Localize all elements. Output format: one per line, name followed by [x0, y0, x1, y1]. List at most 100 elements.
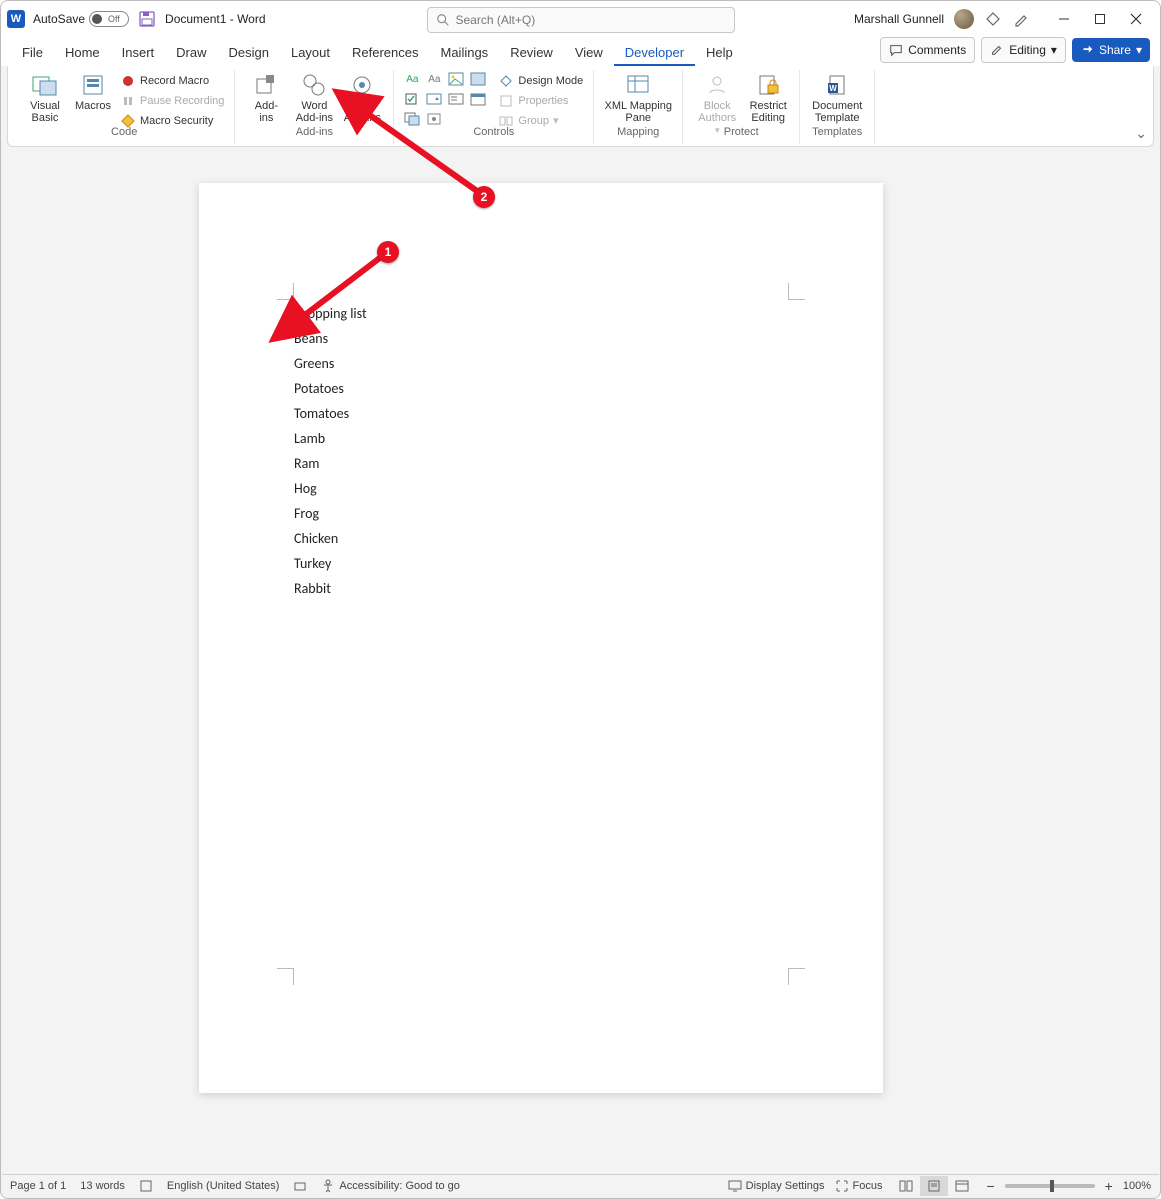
pencil-icon [990, 43, 1004, 57]
search-box[interactable]: Search (Alt+Q) [427, 7, 735, 33]
pen-icon[interactable] [1012, 10, 1030, 28]
menu-references[interactable]: References [341, 39, 429, 66]
menu-file[interactable]: File [11, 39, 54, 66]
margin-corner [277, 968, 294, 985]
view-buttons [892, 1176, 976, 1196]
rich-text-control-icon[interactable]: Aa [402, 70, 422, 88]
menu-layout[interactable]: Layout [280, 39, 341, 66]
view-web-layout[interactable] [948, 1176, 976, 1196]
xml-mapping-button[interactable]: XML Mapping Pane [602, 70, 674, 124]
doc-line[interactable]: Tomatoes [294, 401, 367, 426]
design-mode-button[interactable]: Design Mode [496, 72, 585, 89]
picture-control-icon[interactable] [446, 70, 466, 88]
view-print-layout[interactable] [920, 1176, 948, 1196]
design-mode-label: Design Mode [518, 75, 583, 87]
status-words[interactable]: 13 words [80, 1180, 125, 1192]
doc-line[interactable]: Lamb [294, 426, 367, 451]
ribbon-collapse-icon[interactable]: ⌄ [1135, 125, 1147, 142]
combobox-control-icon[interactable] [424, 90, 444, 108]
visual-basic-button[interactable]: Visual Basic [22, 70, 68, 124]
repeating-control-icon[interactable] [402, 110, 422, 128]
doc-line[interactable]: Frog [294, 501, 367, 526]
maximize-button[interactable] [1082, 5, 1118, 33]
menu-view[interactable]: View [564, 39, 614, 66]
editing-button[interactable]: Editing ▾ [981, 37, 1066, 63]
plain-text-control-icon[interactable]: Aa [424, 70, 444, 88]
menu-draw[interactable]: Draw [165, 39, 217, 66]
display-settings[interactable]: Display Settings [728, 1179, 825, 1193]
building-block-control-icon[interactable] [468, 70, 488, 88]
comments-button[interactable]: Comments [880, 37, 975, 63]
record-macro-button[interactable]: Record Macro [118, 72, 226, 89]
comments-label: Comments [908, 43, 966, 57]
legacy-tools-icon[interactable] [424, 110, 444, 128]
save-icon[interactable] [139, 11, 155, 27]
close-button[interactable] [1118, 5, 1154, 33]
margin-corner [788, 968, 805, 985]
menu-insert[interactable]: Insert [111, 39, 166, 66]
minimize-button[interactable] [1046, 5, 1082, 33]
doc-line[interactable]: Greens [294, 351, 367, 376]
status-accessibility[interactable]: Accessibility: Good to go [321, 1179, 459, 1193]
word-app-icon: W [7, 10, 25, 28]
menu-review[interactable]: Review [499, 39, 564, 66]
document-template-button[interactable]: WDocument Template [808, 70, 866, 124]
editing-label: Editing [1009, 43, 1046, 57]
ribbon-group-controls: Aa Aa Design Mode Properties Group ▾ [394, 70, 594, 144]
zoom-slider[interactable] [1005, 1184, 1095, 1188]
menu-mailings[interactable]: Mailings [430, 39, 500, 66]
zoom-level[interactable]: 100% [1123, 1180, 1151, 1192]
text-predictions-icon[interactable] [293, 1179, 307, 1193]
annotation-marker-1: 1 [377, 241, 399, 263]
doc-line[interactable]: Hog [294, 476, 367, 501]
titlebar: W AutoSave Off Document1 - Word Search (… [1, 1, 1160, 36]
document-area: Shopping list Beans Greens Potatoes Toma… [7, 151, 1154, 1174]
menu-developer[interactable]: Developer [614, 39, 695, 66]
date-picker-control-icon[interactable] [468, 90, 488, 108]
status-language[interactable]: English (United States) [167, 1180, 280, 1192]
doc-line[interactable]: Beans [294, 326, 367, 351]
addins-button[interactable]: Add- ins [243, 70, 289, 124]
page[interactable]: Shopping list Beans Greens Potatoes Toma… [199, 183, 883, 1093]
doc-line[interactable]: Potatoes [294, 376, 367, 401]
focus-icon [835, 1179, 849, 1193]
dropdown-control-icon[interactable] [446, 90, 466, 108]
menubar: File Home Insert Draw Design Layout Refe… [1, 36, 1160, 66]
statusbar: Page 1 of 1 13 words English (United Sta… [2, 1174, 1159, 1197]
macros-button[interactable]: Macros [70, 70, 116, 112]
doc-line[interactable]: Turkey [294, 551, 367, 576]
doc-line[interactable]: Ram [294, 451, 367, 476]
spellcheck-icon[interactable] [139, 1179, 153, 1193]
share-button[interactable]: Share ▾ [1072, 38, 1150, 62]
group-label-templates: Templates [812, 126, 862, 138]
menu-design[interactable]: Design [218, 39, 280, 66]
autosave-toggle[interactable]: Off [89, 11, 129, 27]
restrict-editing-button[interactable]: Restrict Editing [745, 70, 791, 124]
doc-line[interactable]: Rabbit [294, 576, 367, 601]
chevron-down-icon: ▾ [553, 114, 559, 127]
document-body[interactable]: Shopping list Beans Greens Potatoes Toma… [294, 301, 367, 601]
menu-home[interactable]: Home [54, 39, 111, 66]
menu-help[interactable]: Help [695, 39, 744, 66]
visual-basic-label: Visual Basic [30, 100, 60, 124]
diamond-icon[interactable] [984, 10, 1002, 28]
autosave-state: Off [108, 14, 120, 24]
word-addins-label: Word Add-ins [296, 100, 333, 124]
view-read-mode[interactable] [892, 1176, 920, 1196]
word-addins-button[interactable]: Word Add-ins [291, 70, 337, 124]
group-label-controls: Controls [473, 126, 514, 138]
com-addins-button[interactable]: COM Add-ins [339, 70, 385, 124]
properties-button: Properties [496, 92, 585, 109]
doc-line[interactable]: Chicken [294, 526, 367, 551]
document-template-label: Document Template [812, 100, 862, 124]
ribbon-group-protect: Block Authors▾ Restrict Editing Protect [683, 70, 800, 144]
doc-line[interactable]: Shopping list [294, 301, 367, 326]
status-page[interactable]: Page 1 of 1 [10, 1180, 66, 1192]
accessibility-icon [321, 1179, 335, 1193]
avatar[interactable] [954, 9, 974, 29]
focus-button[interactable]: Focus [835, 1179, 883, 1193]
zoom-out[interactable]: − [986, 1178, 994, 1194]
checkbox-control-icon[interactable] [402, 90, 422, 108]
ribbon-group-addins: Add- ins Word Add-ins COM Add-ins Add-in… [235, 70, 394, 144]
zoom-in[interactable]: + [1105, 1178, 1113, 1194]
